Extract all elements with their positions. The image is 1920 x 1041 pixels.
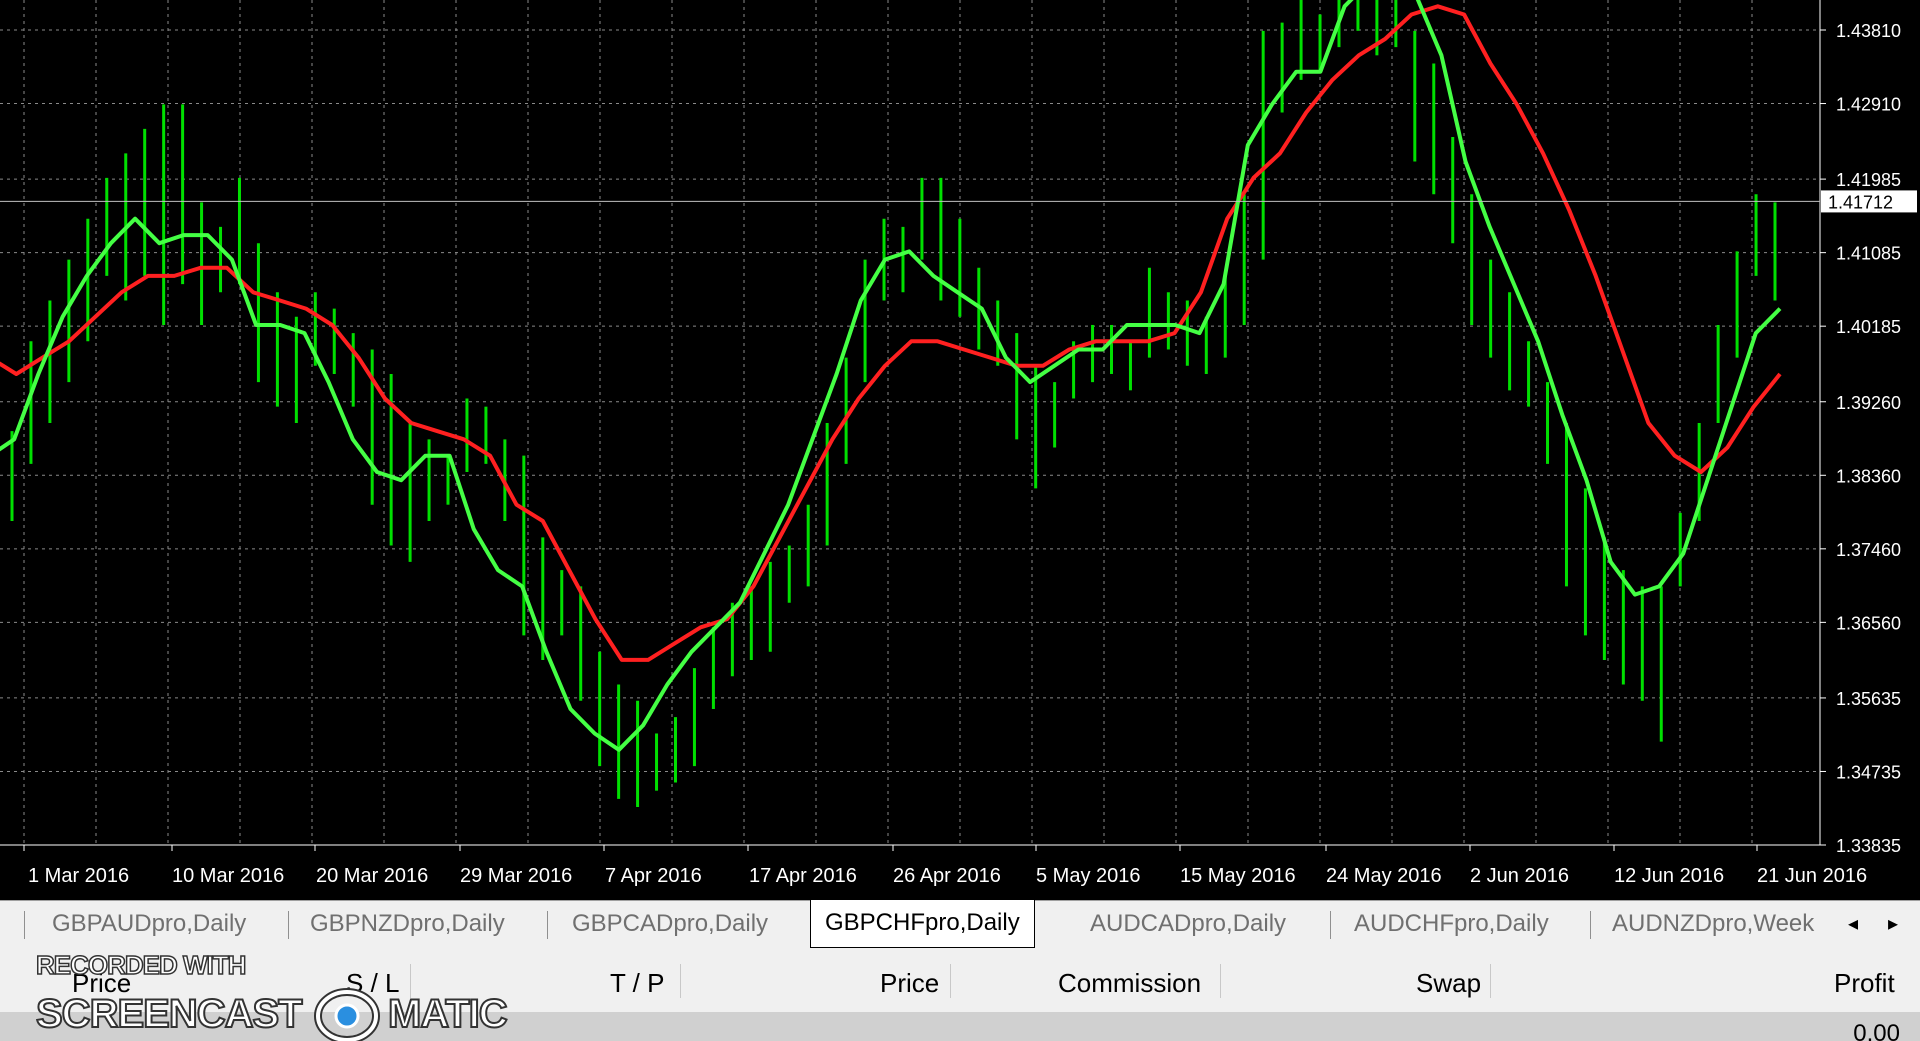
chart-tab-audnzdpro-week[interactable]: AUDNZDpro,Week <box>1612 901 1814 947</box>
y-tick-label: 1.42910 <box>1836 95 1901 115</box>
x-tick-label: 7 Apr 2016 <box>605 865 702 887</box>
x-tick-label: 10 Mar 2016 <box>172 865 284 887</box>
y-tick-label: 1.40185 <box>1836 317 1901 337</box>
watermark-word-right: MATIC <box>387 991 509 1037</box>
tab-separator <box>24 911 25 939</box>
y-tick-label: 1.36560 <box>1836 613 1901 633</box>
screencast-watermark: RECORDED WITH SCREENCAST MATIC <box>35 949 556 1041</box>
column-header-commission[interactable]: Commission <box>1058 968 1201 999</box>
column-divider[interactable] <box>680 964 681 998</box>
x-tick-label: 21 Jun 2016 <box>1757 865 1867 887</box>
watermark-word-left: SCREENCAST <box>35 991 304 1037</box>
price-chart[interactable]: 1.43810 1.42910 1.41985 1.41085 1.40185 1.392… <box>0 0 1920 900</box>
watermark-line1: RECORDED WITH <box>35 949 247 981</box>
screencast-logo-icon <box>314 988 380 1041</box>
slow-ma-line <box>0 4 1782 662</box>
total-profit-value: 0.00 <box>1853 1020 1900 1041</box>
chart-tab-gbpnzdpro-daily[interactable]: GBPNZDpro,Daily <box>310 901 505 947</box>
chart-tab-gbpaudpro-daily[interactable]: GBPAUDpro,Daily <box>52 901 246 947</box>
chart-tab-audchfpro-daily[interactable]: AUDCHFpro,Daily <box>1354 901 1549 947</box>
tab-separator <box>1590 911 1591 939</box>
time-axis: 1 Mar 2016 10 Mar 2016 20 Mar 2016 29 Mar 2… <box>0 844 1867 887</box>
column-header-t-p[interactable]: T / P <box>610 968 664 999</box>
y-tick-label: 1.41085 <box>1836 244 1901 264</box>
x-tick-label: 2 Jun 2016 <box>1470 865 1569 887</box>
slow-moving-average <box>0 4 1782 662</box>
chart-tab-audcadpro-daily[interactable]: AUDCADpro,Daily <box>1090 901 1286 947</box>
y-tick-label: 1.33835 <box>1836 836 1901 856</box>
tab-scroll-left-icon[interactable]: ◂ <box>1848 911 1858 936</box>
price-axis: 1.43810 1.42910 1.41985 1.41085 1.40185 1.392… <box>0 0 1917 856</box>
column-header-profit[interactable]: Profit <box>1834 968 1895 999</box>
x-tick-label: 12 Jun 2016 <box>1614 865 1724 887</box>
column-header-swap[interactable]: Swap <box>1416 968 1481 999</box>
tab-scroll-right-icon[interactable]: ▸ <box>1888 911 1898 936</box>
column-divider[interactable] <box>1490 964 1491 998</box>
y-tick-label: 1.38360 <box>1836 466 1901 486</box>
column-divider[interactable] <box>1220 964 1221 998</box>
x-tick-label: 5 May 2016 <box>1036 865 1141 887</box>
y-tick-label: 1.35635 <box>1836 689 1901 709</box>
price-bars <box>10 0 1777 808</box>
y-tick-label: 1.43810 <box>1836 21 1901 41</box>
tab-separator <box>288 911 289 939</box>
current-price-label: 1.41712 <box>1828 192 1893 212</box>
y-tick-label: 1.37460 <box>1836 540 1901 560</box>
chart-tabs-bar: GBPAUDpro,Daily GBPNZDpro,Daily GBPCADpro,… <box>0 900 1920 949</box>
y-tick-label: 1.41985 <box>1836 170 1901 190</box>
x-tick-label: 17 Apr 2016 <box>749 865 857 887</box>
x-tick-label: 29 Mar 2016 <box>460 865 572 887</box>
x-tick-label: 1 Mar 2016 <box>28 865 129 887</box>
y-tick-label: 1.34735 <box>1836 762 1901 782</box>
column-divider[interactable] <box>950 964 951 998</box>
tab-separator <box>547 911 548 939</box>
fast-moving-average <box>0 0 1782 752</box>
x-tick-label: 24 May 2016 <box>1326 865 1442 887</box>
chart-tab-gbpcadpro-daily[interactable]: GBPCADpro,Daily <box>572 901 768 947</box>
tab-separator <box>1330 911 1331 939</box>
x-tick-label: 15 May 2016 <box>1180 865 1296 887</box>
x-tick-label: 20 Mar 2016 <box>316 865 428 887</box>
chart-tab-gbpchfpro-daily[interactable]: GBPCHFpro,Daily <box>810 900 1035 948</box>
y-tick-label: 1.39260 <box>1836 393 1901 413</box>
x-tick-label: 26 Apr 2016 <box>893 865 1001 887</box>
column-header-price[interactable]: Price <box>880 968 939 999</box>
chart-canvas[interactable]: 1.43810 1.42910 1.41985 1.41085 1.40185 1.392… <box>0 0 1920 900</box>
fast-ma-line <box>0 0 1782 752</box>
